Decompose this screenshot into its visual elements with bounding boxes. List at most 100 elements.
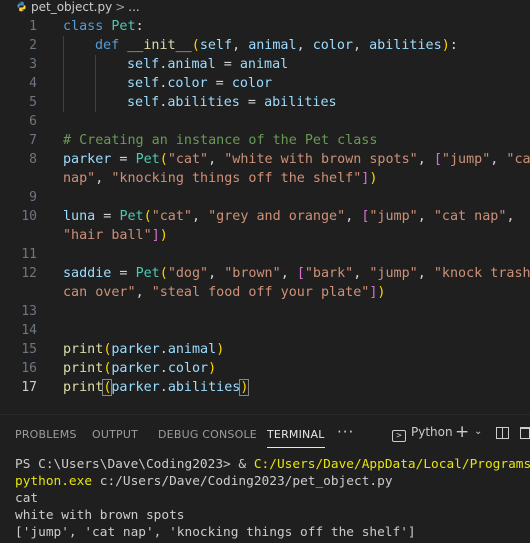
code-line[interactable]: 3 self.animal = animal	[0, 55, 530, 74]
terminal-line: ['jump', 'cat nap', 'knocking things off…	[15, 524, 530, 541]
code-token: ,	[490, 152, 507, 167]
code-line[interactable]: 5 self.abilities = abilities	[0, 93, 530, 112]
code-line[interactable]: 4 self.color = color	[0, 74, 530, 93]
tab-output[interactable]: OUTPUT	[92, 428, 138, 441]
code-text: class Pet:	[63, 17, 144, 36]
breadcrumb-more[interactable]: ...	[128, 0, 139, 14]
terminal-output[interactable]: PS C:\Users\Dave\Coding2023> & C:/Users/…	[15, 456, 530, 541]
tab-problems[interactable]: PROBLEMS	[15, 428, 77, 441]
code-token: "jump"	[369, 266, 418, 281]
breadcrumb[interactable]: pet_object.py >...	[0, 0, 530, 14]
code-token: =	[95, 209, 120, 224]
code-line[interactable]: 1 class Pet:	[0, 17, 530, 36]
indent-guide	[95, 55, 96, 74]
code-token: animal	[167, 342, 217, 357]
code-line[interactable]: 12 saddie = Pet("dog", "brown", ["bark", …	[0, 264, 530, 283]
indent-guide	[63, 74, 64, 93]
code-token: color	[231, 76, 273, 91]
code-token: "knocking things off the shelf"	[111, 171, 362, 186]
code-token: can over"	[63, 285, 136, 300]
code-token: "jump"	[441, 152, 491, 167]
code-line[interactable]: 13	[0, 302, 530, 321]
code-text: luna = Pet("cat", "grey and orange", ["j…	[63, 207, 515, 226]
line-number: 10	[21, 209, 37, 224]
code-token: :	[449, 38, 458, 53]
code-line[interactable]: 8 parker = Pet("cat", "white with brown s…	[0, 150, 530, 169]
line-number: 13	[21, 304, 37, 319]
chevron-down-icon[interactable]: ⌄	[474, 426, 482, 437]
code-token: ,	[345, 209, 362, 224]
python-file-icon	[17, 1, 26, 12]
code-line[interactable]: 6	[0, 112, 530, 131]
line-number: 17	[21, 380, 37, 395]
code-token: Pet	[111, 19, 136, 34]
split-terminal-icon[interactable]	[496, 427, 509, 439]
line-number: 3	[29, 57, 37, 72]
code-token: ]	[151, 228, 160, 243]
tab-debug-console[interactable]: DEBUG CONSOLE	[158, 428, 257, 441]
code-line[interactable]: 16 print(parker.color)	[0, 359, 530, 378]
code-line[interactable]: nap", "knocking things off the shelf"])	[0, 169, 530, 188]
code-text: "hair ball"])	[63, 226, 168, 245]
code-line[interactable]: 17 print(parker.abilities)	[0, 378, 530, 397]
code-line[interactable]: 7 # Creating an instance of the Pet class	[0, 131, 530, 150]
code-token: ,	[506, 209, 515, 224]
code-token: __init__	[127, 38, 192, 53]
code-line[interactable]: can over", "steal food off your plate"])	[0, 283, 530, 302]
code-token: "white with brown spots"	[224, 152, 418, 167]
terminal-name: Python	[411, 425, 453, 439]
code-token: ,	[280, 266, 297, 281]
code-token: abilities	[167, 95, 240, 110]
code-token: )	[369, 171, 378, 186]
code-token: parker	[111, 361, 160, 376]
code-token: (	[191, 38, 200, 53]
indent-guide	[95, 93, 96, 112]
terminal-line: python.exe c:/Users/Dave/Coding2023/pet_…	[15, 473, 530, 490]
code-text: nap", "knocking things off the shelf"])	[63, 169, 377, 188]
code-line[interactable]: 14	[0, 321, 530, 340]
code-token: .	[159, 361, 168, 376]
code-token: Pet	[135, 266, 160, 281]
code-token: .	[159, 342, 168, 357]
code-token: ,	[232, 38, 249, 53]
code-line[interactable]: 9	[0, 188, 530, 207]
line-number: 8	[29, 152, 37, 167]
new-terminal-icon[interactable]: +	[455, 422, 469, 442]
code-token: parker	[111, 342, 160, 357]
trash-icon[interactable]	[520, 427, 530, 439]
terminal-text: ['jump', 'cat nap', 'knocking things off…	[15, 525, 416, 540]
code-line[interactable]: 10 luna = Pet("cat", "grey and orange", […	[0, 207, 530, 226]
code-token: color	[167, 361, 209, 376]
breadcrumb-file[interactable]: pet_object.py	[31, 0, 112, 14]
code-line[interactable]: 15 print(parker.animal)	[0, 340, 530, 359]
code-token: (	[143, 209, 152, 224]
code-token: [	[296, 266, 305, 281]
terminal-selector[interactable]: > Python	[392, 425, 453, 442]
code-token: "cat"	[167, 152, 209, 167]
code-line[interactable]: 2 def __init__(self, animal, color, abili…	[0, 36, 530, 55]
code-token: animal	[239, 57, 289, 72]
code-text: parker = Pet("cat", "white with brown sp…	[63, 150, 530, 169]
code-token: self	[127, 57, 160, 72]
code-token: [	[433, 152, 442, 167]
tab-terminal[interactable]: TERMINAL	[267, 428, 325, 448]
code-line[interactable]: "hair ball"])	[0, 226, 530, 245]
code-token: ,	[353, 266, 370, 281]
code-token: "dog"	[167, 266, 209, 281]
code-token: Pet	[119, 209, 144, 224]
code-line[interactable]: 11	[0, 245, 530, 264]
code-editor[interactable]: 1 class Pet: 2 def __init__(self, animal, c…	[0, 17, 530, 407]
indent-guide	[63, 55, 64, 74]
code-token: # Creating an instance of the Pet class	[63, 133, 378, 148]
more-actions-icon[interactable]: ···	[337, 423, 354, 441]
code-token: )	[441, 38, 450, 53]
code-token: =	[239, 95, 265, 110]
code-token: Pet	[135, 152, 160, 167]
terminal-text: C:/Users/Dave/AppData/Local/Programs/Pyt…	[253, 457, 530, 472]
code-token: ,	[417, 209, 434, 224]
code-token: :	[135, 19, 144, 34]
terminal-line: PS C:\Users\Dave\Coding2023> & C:/Users/…	[15, 456, 530, 473]
code-token: def	[95, 38, 128, 53]
indent-guide	[63, 93, 64, 112]
bottom-panel: PROBLEMS OUTPUT DEBUG CONSOLE TERMINAL ·…	[0, 414, 530, 543]
